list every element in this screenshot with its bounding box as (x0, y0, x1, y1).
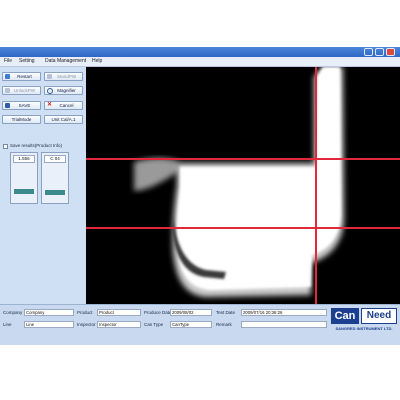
cancel-button[interactable]: ✕ Cancel (44, 101, 83, 110)
save-results-checkbox[interactable] (3, 144, 8, 149)
crosshair-horizontal-top[interactable] (86, 158, 400, 160)
menu-file[interactable]: File (4, 57, 12, 66)
stand-pw-label: StandPW (56, 74, 76, 79)
logo-word-need: Need (361, 308, 397, 324)
remark-label: Remark (216, 322, 232, 327)
magnifier-button[interactable]: Magnifier (44, 86, 83, 95)
key-icon (47, 74, 52, 79)
product-field[interactable]: Product (97, 309, 141, 316)
menu-setting[interactable]: Setting (19, 57, 35, 66)
app-window: File Setting Data Management Help Restar… (0, 47, 400, 345)
inspector-label: Inspector (77, 322, 96, 327)
produce-date-field[interactable]: 2009/08/02 (170, 309, 212, 316)
gauge-right-value: C 04 (44, 155, 66, 163)
gauge-left: 1.556 (10, 152, 38, 204)
product-label: Product (77, 310, 93, 315)
gauge-left-value: 1.556 (13, 155, 35, 163)
company-logo: Can Need SANGRED INSTRUMENT LTD. (331, 308, 397, 333)
restart-label: Restart (17, 74, 32, 79)
company-field[interactable]: Company (24, 309, 74, 316)
remark-field[interactable] (241, 321, 327, 328)
line-label: Line (3, 322, 12, 327)
crosshair-vertical[interactable] (315, 67, 317, 304)
menu-help[interactable]: Help (92, 57, 102, 66)
can-type-field[interactable]: CanType (170, 321, 212, 328)
cancel-label: Cancel (59, 103, 74, 108)
line-field[interactable]: Line (24, 321, 74, 328)
magnifier-icon (47, 88, 53, 94)
stand-pw-button[interactable]: StandPW (44, 72, 83, 81)
info-panel: Company Company Product Product Produce … (0, 304, 400, 345)
control-panel: Restart StandPW UnlockPW Magnifier SAVE … (0, 67, 86, 304)
gauge-left-bar (14, 189, 34, 194)
save-label: SAVE (18, 103, 31, 108)
camera-view[interactable] (86, 67, 400, 304)
unit-mode-label: Unit Cal/A.1 (51, 117, 76, 122)
minimize-icon[interactable] (364, 48, 373, 56)
unlock-pw-button[interactable]: UnlockPW (2, 86, 41, 95)
save-icon (5, 103, 10, 108)
logo-tagline: SANGRED INSTRUMENT LTD. (335, 326, 393, 331)
close-icon[interactable] (386, 48, 395, 56)
menu-data-management[interactable]: Data Management (45, 57, 86, 66)
test-date-label: Test Date (216, 310, 236, 315)
menu-bar: File Setting Data Management Help (0, 57, 400, 67)
restart-button[interactable]: Restart (2, 72, 41, 81)
cancel-x-icon: ✕ (47, 102, 53, 108)
magnifier-label: Magnifier (57, 88, 76, 93)
trial-mode-button[interactable]: TrialMode (2, 115, 41, 124)
unlock-pw-label: UnlockPW (13, 88, 35, 93)
company-label: Company (3, 310, 23, 315)
inspector-field[interactable]: Inspector (97, 321, 141, 328)
crosshair-horizontal-bottom[interactable] (86, 227, 400, 229)
save-button[interactable]: SAVE (2, 101, 41, 110)
test-date-field[interactable]: 2009/07/16 20:36:26 (241, 309, 327, 316)
restart-icon (5, 74, 10, 79)
trial-mode-label: TrialMode (11, 117, 32, 122)
title-bar (0, 47, 400, 57)
logo-word-can: Can (331, 308, 359, 324)
produce-date-label: Produce Date (144, 310, 172, 315)
unlock-icon (5, 88, 10, 93)
maximize-icon[interactable] (375, 48, 384, 56)
gauge-right-bar (45, 189, 65, 195)
can-profile-image (134, 67, 344, 297)
can-type-label: Can Type (144, 322, 164, 327)
unit-mode-button[interactable]: Unit Cal/A.1 (44, 115, 83, 124)
gauge-right: C 04 (41, 152, 69, 204)
save-results-label: Save results(Product Info) (10, 143, 63, 148)
